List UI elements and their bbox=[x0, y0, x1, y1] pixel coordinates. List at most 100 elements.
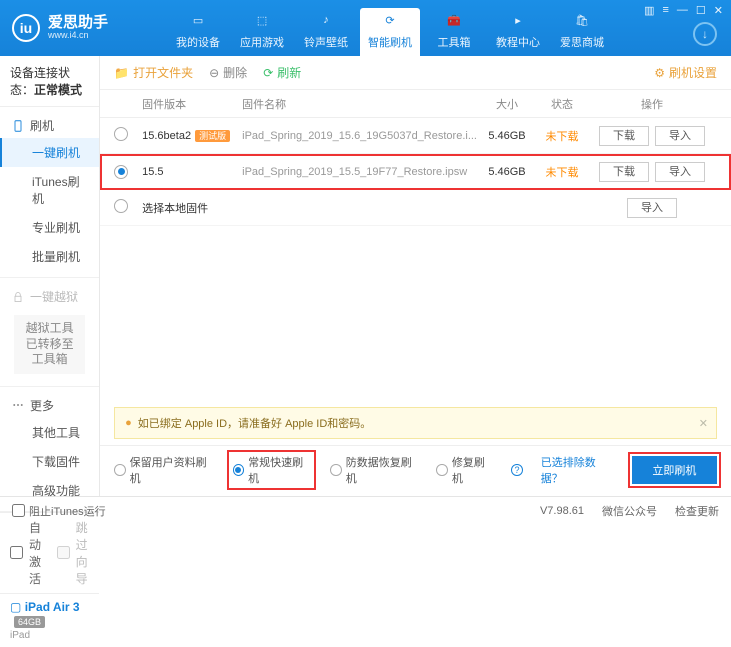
nav-icon: 🛍 bbox=[573, 14, 591, 32]
import-button[interactable]: 导入 bbox=[655, 162, 705, 182]
nav-5[interactable]: ▸教程中心 bbox=[488, 8, 548, 56]
fw-version: 15.6beta2测试版 bbox=[142, 129, 242, 142]
fw-state: 未下载 bbox=[537, 164, 587, 180]
th-version: 固件版本 bbox=[142, 96, 242, 112]
flash-options: 保留用户资料刷机 常规快速刷机 防数据恢复刷机 修复刷机 ? 已选排除数据？ 立… bbox=[100, 445, 731, 496]
sidebar-item-flash-0[interactable]: 一键刷机 bbox=[0, 138, 99, 167]
local-fw-radio[interactable] bbox=[114, 199, 128, 213]
nav-4[interactable]: 🧰工具箱 bbox=[424, 8, 484, 56]
th-size: 大小 bbox=[477, 96, 537, 112]
import-button[interactable]: 导入 bbox=[655, 126, 705, 146]
opt-repair[interactable]: 修复刷机 bbox=[436, 454, 493, 486]
device-panel[interactable]: ▢ iPad Air 3 64GB iPad bbox=[0, 593, 99, 647]
sidebar-item-more-2[interactable]: 高级功能 bbox=[0, 476, 99, 505]
toolbar: 📁 打开文件夹 ⊖ 删除 ⟳ 刷新 ⚙ 刷机设置 bbox=[100, 56, 731, 90]
device-icon: ▢ bbox=[10, 600, 21, 614]
device-type: iPad bbox=[10, 630, 89, 641]
sidebar-group-jailbreak[interactable]: 一键越狱 bbox=[0, 284, 99, 309]
nav-icon: ⬚ bbox=[253, 14, 271, 32]
nav-2[interactable]: ♪铃声壁纸 bbox=[296, 8, 356, 56]
refresh-icon: ⟳ bbox=[263, 66, 273, 80]
phone-icon bbox=[12, 120, 24, 132]
device-name: iPad Air 3 bbox=[25, 600, 80, 614]
folder-icon: 📁 bbox=[114, 66, 129, 80]
sidebar-item-flash-3[interactable]: 批量刷机 bbox=[0, 242, 99, 271]
download-center-icon[interactable]: ↓ bbox=[693, 22, 717, 46]
local-fw-label: 选择本地固件 bbox=[142, 200, 587, 216]
sidebar-group-more[interactable]: 更多 bbox=[0, 393, 99, 418]
row-radio[interactable] bbox=[114, 127, 128, 141]
th-name: 固件名称 bbox=[242, 96, 477, 112]
beta-badge: 测试版 bbox=[195, 130, 230, 142]
wechat-link[interactable]: 微信公众号 bbox=[602, 503, 657, 519]
opt-keep-data[interactable]: 保留用户资料刷机 bbox=[114, 454, 213, 486]
warning-icon: ● bbox=[125, 417, 132, 429]
nav-0[interactable]: ▭我的设备 bbox=[168, 8, 228, 56]
info-icon[interactable]: ? bbox=[511, 464, 522, 476]
lock-icon bbox=[12, 291, 24, 303]
connection-status: 设备连接状态：正常模式 bbox=[0, 56, 99, 107]
fw-version: 15.5 bbox=[142, 166, 242, 178]
nav-icon: ▭ bbox=[189, 14, 207, 32]
sidebar-item-more-1[interactable]: 下载固件 bbox=[0, 447, 99, 476]
minimize-icon[interactable]: — bbox=[677, 4, 688, 17]
jailbreak-note: 越狱工具已转移至工具箱 bbox=[14, 315, 85, 374]
nav-6[interactable]: 🛍爱思商城 bbox=[552, 8, 612, 56]
nav-icon: ▸ bbox=[509, 14, 527, 32]
sidebar-item-flash-1[interactable]: iTunes刷机 bbox=[0, 167, 99, 213]
firmware-row[interactable]: 15.5iPad_Spring_2019_15.5_19F77_Restore.… bbox=[100, 154, 731, 190]
close-icon[interactable]: ✕ bbox=[714, 4, 723, 17]
content-area: 📁 打开文件夹 ⊖ 删除 ⟳ 刷新 ⚙ 刷机设置 固件版本 固件名称 大小 状态… bbox=[100, 56, 731, 496]
warning-close-icon[interactable]: ✕ bbox=[699, 417, 708, 430]
exclude-data-link[interactable]: 已选排除数据？ bbox=[541, 454, 614, 486]
opt-normal-flash[interactable]: 常规快速刷机 bbox=[231, 454, 313, 486]
nav-3[interactable]: ⟳智能刷机 bbox=[360, 8, 420, 56]
flash-now-button[interactable]: 立即刷机 bbox=[632, 456, 717, 484]
flash-settings-button[interactable]: ⚙ 刷机设置 bbox=[654, 64, 717, 81]
app-title: 爱思助手 bbox=[48, 15, 108, 32]
download-button[interactable]: 下载 bbox=[599, 162, 649, 182]
row-radio[interactable] bbox=[114, 165, 128, 179]
conn-mode: 正常模式 bbox=[34, 83, 82, 97]
sidebar-item-more-0[interactable]: 其他工具 bbox=[0, 418, 99, 447]
nav-icon: 🧰 bbox=[445, 14, 463, 32]
table-header: 固件版本 固件名称 大小 状态 操作 bbox=[100, 90, 731, 118]
version-label: V7.98.61 bbox=[540, 505, 584, 517]
opt-anti-recovery[interactable]: 防数据恢复刷机 bbox=[330, 454, 418, 486]
nav-1[interactable]: ⬚应用游戏 bbox=[232, 8, 292, 56]
open-folder-button[interactable]: 📁 打开文件夹 bbox=[114, 64, 193, 81]
menu-icon[interactable]: ▥ bbox=[644, 4, 654, 17]
maximize-icon[interactable]: ☐ bbox=[696, 4, 706, 17]
sidebar: 设备连接状态：正常模式 刷机 一键刷机iTunes刷机专业刷机批量刷机 一键越狱… bbox=[0, 56, 100, 496]
nav-icon: ⟳ bbox=[381, 14, 399, 32]
status-bar: 阻止iTunes运行 V7.98.61 微信公众号 检查更新 bbox=[0, 496, 731, 524]
firmware-row[interactable]: 15.6beta2测试版iPad_Spring_2019_15.6_19G503… bbox=[100, 118, 731, 154]
th-state: 状态 bbox=[537, 96, 587, 112]
refresh-button[interactable]: ⟳ 刷新 bbox=[263, 64, 301, 81]
logo-icon: iu bbox=[12, 14, 40, 42]
device-storage: 64GB bbox=[14, 616, 45, 628]
nav-icon: ♪ bbox=[317, 14, 335, 32]
gear-icon: ⚙ bbox=[654, 66, 665, 80]
app-subtitle: www.i4.cn bbox=[48, 31, 108, 41]
auto-activate-checkbox[interactable] bbox=[10, 546, 23, 559]
sidebar-item-flash-2[interactable]: 专业刷机 bbox=[0, 213, 99, 242]
sidebar-group-flash[interactable]: 刷机 bbox=[0, 113, 99, 138]
fw-name: iPad_Spring_2019_15.5_19F77_Restore.ipsw bbox=[242, 166, 477, 178]
th-ops: 操作 bbox=[587, 96, 717, 112]
import-button[interactable]: 导入 bbox=[627, 198, 677, 218]
fw-size: 5.46GB bbox=[477, 130, 537, 142]
fw-size: 5.46GB bbox=[477, 166, 537, 178]
block-itunes-checkbox[interactable] bbox=[12, 504, 25, 517]
delete-button[interactable]: ⊖ 删除 bbox=[209, 64, 247, 81]
warning-text: 如已绑定 Apple ID，请准备好 Apple ID和密码。 bbox=[138, 415, 372, 431]
skip-guide-label: 跳过向导 bbox=[76, 519, 90, 587]
delete-icon: ⊖ bbox=[209, 66, 219, 80]
download-button[interactable]: 下载 bbox=[599, 126, 649, 146]
window-controls: ▥ ≡ — ☐ ✕ bbox=[644, 4, 723, 17]
title-bar: iu 爱思助手 www.i4.cn ▭我的设备⬚应用游戏♪铃声壁纸⟳智能刷机🧰工… bbox=[0, 0, 731, 56]
block-itunes-label: 阻止iTunes运行 bbox=[29, 503, 106, 519]
settings-icon[interactable]: ≡ bbox=[662, 4, 668, 17]
check-update-link[interactable]: 检查更新 bbox=[675, 503, 719, 519]
local-firmware-row: 选择本地固件 导入 bbox=[100, 190, 731, 226]
